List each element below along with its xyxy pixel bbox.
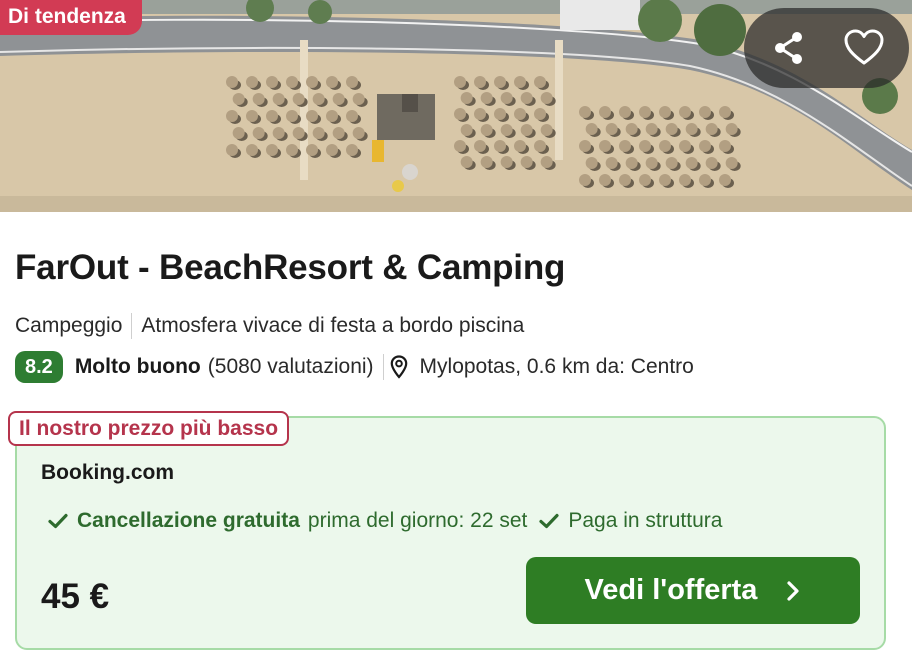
view-offer-button[interactable]: Vedi l'offerta [526, 557, 860, 624]
free-cancellation-detail: prima del giorno: 22 set [307, 509, 528, 532]
trending-badge: Di tendenza [0, 0, 142, 35]
view-offer-label: Vedi l'offerta [584, 574, 758, 606]
pay-at-property-label: Paga in struttura [568, 509, 723, 532]
separator [382, 354, 384, 380]
check-icon [539, 513, 559, 529]
offer-perks: Cancellazione gratuita prima del giorno:… [48, 509, 734, 533]
share-button[interactable] [761, 20, 817, 76]
offer-provider: Booking.com [41, 461, 175, 484]
heart-icon [844, 29, 884, 65]
check-icon [48, 513, 68, 529]
rating-and-location: 8.2 Molto buono (5080 valutazioni) Mylop… [15, 350, 694, 384]
offer-price: 45 € [41, 577, 110, 616]
share-icon [775, 32, 803, 64]
listing-meta: Campeggio Atmosfera vivace di festa a bo… [15, 313, 524, 339]
rating-score-badge: 8.2 [15, 351, 63, 383]
free-cancellation-label: Cancellazione gratuita [77, 509, 300, 532]
chevron-right-icon [787, 580, 800, 601]
location-pin-icon [390, 355, 408, 379]
photo-actions [744, 8, 909, 88]
lowest-price-badge: Il nostro prezzo più basso [8, 411, 290, 446]
separator [131, 313, 133, 339]
favorite-button[interactable] [836, 20, 892, 76]
rating-label: Molto buono [74, 355, 201, 378]
listing-tagline: Atmosfera vivace di festa a bordo piscin… [141, 314, 525, 337]
review-count[interactable]: (5080 valutazioni) [208, 355, 374, 379]
listing-title[interactable]: FarOut - BeachResort & Camping [15, 248, 565, 288]
accommodation-type: Campeggio [15, 314, 123, 337]
location-text[interactable]: Mylopotas, 0.6 km da: Centro [420, 355, 694, 379]
